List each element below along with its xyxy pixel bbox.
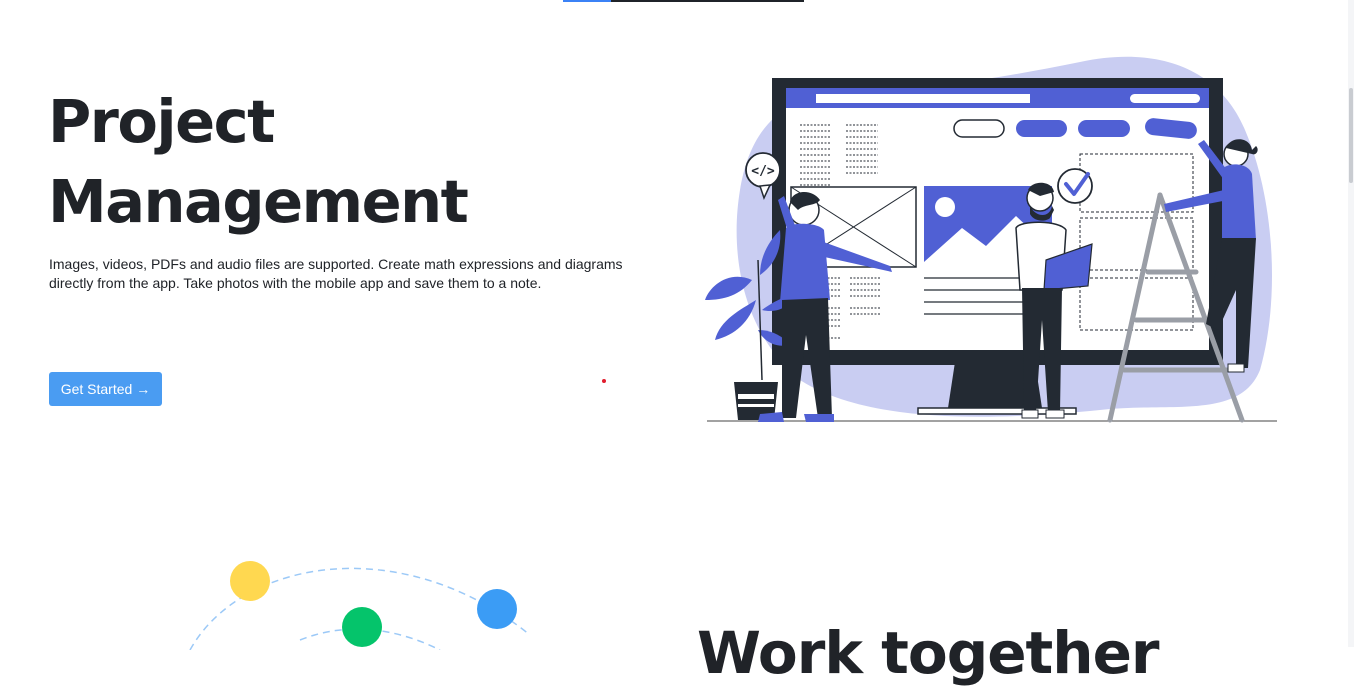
hero-title-line1: Project (48, 87, 275, 156)
get-started-button[interactable]: Get Started → (49, 372, 162, 406)
orbit-dot-blue (477, 589, 517, 629)
section-heading: Work together (697, 619, 1160, 687)
cursor-dot (602, 379, 606, 383)
hero-description: Images, videos, PDFs and audio files are… (49, 256, 623, 291)
browser-search (1130, 94, 1200, 103)
nav-pill-1 (953, 119, 1005, 138)
nav-pill-2 (1016, 120, 1067, 137)
orbit-decoration (189, 561, 531, 650)
scrollbar-thumb[interactable] (1349, 88, 1353, 183)
code-icon: </> (751, 164, 775, 179)
nav-pill-3 (1078, 120, 1130, 137)
scrollbar[interactable] (1348, 0, 1354, 647)
hero-title-line2: Management (48, 167, 469, 236)
orbit-dot-green (342, 607, 382, 647)
active-tab-indicator (563, 0, 611, 2)
browser-url (816, 94, 1030, 103)
hero-illustration: </> (705, 56, 1277, 423)
get-started-label: Get Started (60, 381, 133, 397)
orbit-dot-yellow (230, 561, 270, 601)
hero-title: Project Management (48, 82, 568, 242)
tab-underline (611, 0, 804, 2)
arrow-right-icon: → (136, 381, 151, 397)
top-tab-indicator (563, 0, 804, 2)
